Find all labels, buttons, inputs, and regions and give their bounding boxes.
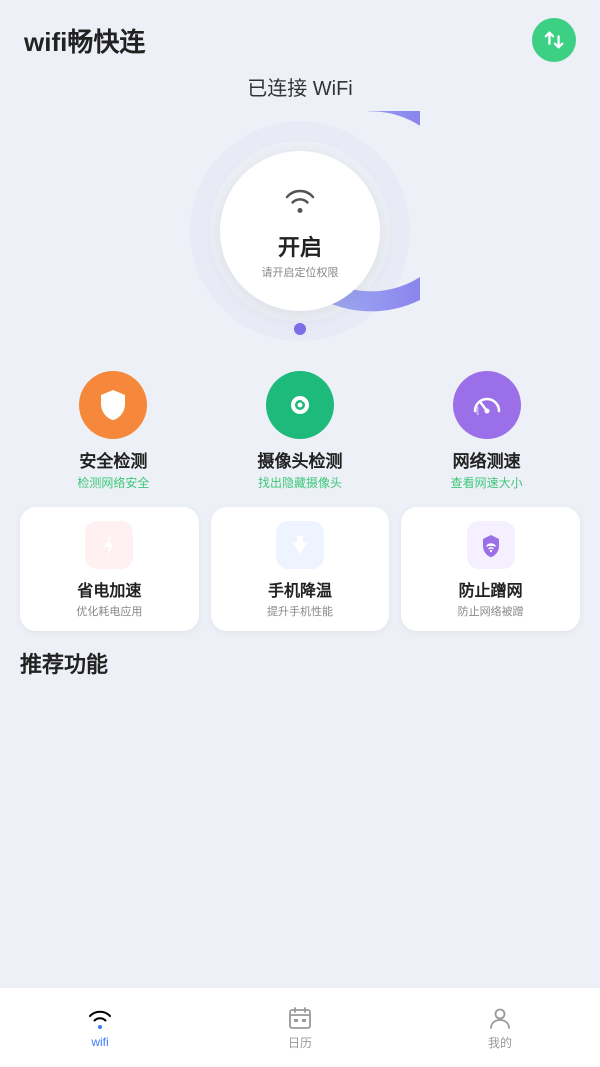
feature-security[interactable]: 安全检测 检测网络安全 xyxy=(33,371,193,491)
security-name: 安全检测 xyxy=(79,447,147,472)
partial-section-label: 推荐功能 xyxy=(20,647,580,679)
nav-person-icon xyxy=(487,1005,513,1031)
donut-chart[interactable]: 开启 请开启定位权限 xyxy=(180,111,420,351)
donut-open-label: 开启 xyxy=(278,230,322,262)
app-title: wifi畅快连 xyxy=(24,22,145,59)
cooling-card-desc: 提升手机性能 xyxy=(267,603,333,619)
swap-icon xyxy=(543,29,565,51)
camera-icon xyxy=(282,387,318,423)
card-battery[interactable]: 省电加速 优化耗电应用 xyxy=(20,507,199,631)
donut-wifi-symbol xyxy=(282,182,318,226)
battery-icon-box xyxy=(85,521,133,569)
camera-name: 摄像头检测 xyxy=(257,447,342,472)
donut-sub-label: 请开启定位权限 xyxy=(262,264,339,280)
nav-wifi-icon xyxy=(87,1006,113,1032)
nav-profile[interactable]: 我的 xyxy=(400,988,600,1067)
camera-icon-circle xyxy=(266,371,334,439)
nav-calendar[interactable]: 日历 xyxy=(200,988,400,1067)
camera-desc: 找出隐藏摄像头 xyxy=(258,474,342,491)
protect-icon-box xyxy=(467,521,515,569)
donut-inner: 开启 请开启定位权限 xyxy=(220,151,380,311)
shield-wifi-icon xyxy=(478,532,504,558)
speedtest-name: 网络测速 xyxy=(453,447,521,472)
cards-row: 省电加速 优化耗电应用 手机降温 提升手机性能 防止蹭网 防止网络被蹭 xyxy=(0,507,600,631)
swap-button[interactable] xyxy=(532,18,576,62)
arrow-down-icon xyxy=(287,532,313,558)
security-icon-circle xyxy=(79,371,147,439)
speedtest-icon-circle xyxy=(453,371,521,439)
features-section: 安全检测 检测网络安全 摄像头检测 找出隐藏摄像头 xyxy=(0,371,600,491)
cooling-card-name: 手机降温 xyxy=(268,577,332,601)
wifi-signal-icon xyxy=(282,182,318,218)
partial-section: 推荐功能 xyxy=(0,647,600,679)
nav-calendar-label: 日历 xyxy=(288,1034,312,1051)
wifi-status-text: 已连接 WiFi xyxy=(0,72,600,101)
protect-card-desc: 防止网络被蹭 xyxy=(458,603,524,619)
nav-wifi-label: wifi xyxy=(91,1035,108,1049)
feature-camera[interactable]: 摄像头检测 找出隐藏摄像头 xyxy=(220,371,380,491)
features-row: 安全检测 检测网络安全 摄像头检测 找出隐藏摄像头 xyxy=(20,371,580,491)
nav-wifi[interactable]: wifi xyxy=(0,988,200,1067)
speedometer-icon xyxy=(469,387,505,423)
cooling-icon-box xyxy=(276,521,324,569)
nav-calendar-icon xyxy=(287,1005,313,1031)
header: wifi畅快连 xyxy=(0,0,600,72)
nav-profile-label: 我的 xyxy=(488,1034,512,1051)
bolt-icon xyxy=(96,532,122,558)
bottom-nav: wifi 日历 我的 xyxy=(0,987,600,1067)
speedtest-desc: 查看网速大小 xyxy=(451,474,523,491)
battery-card-desc: 优化耗电应用 xyxy=(76,603,142,619)
card-protect[interactable]: 防止蹭网 防止网络被蹭 xyxy=(401,507,580,631)
security-desc: 检测网络安全 xyxy=(77,474,149,491)
card-cooling[interactable]: 手机降温 提升手机性能 xyxy=(211,507,390,631)
feature-speedtest[interactable]: 网络测速 查看网速大小 xyxy=(407,371,567,491)
protect-card-name: 防止蹭网 xyxy=(459,577,523,601)
shield-icon xyxy=(95,387,131,423)
battery-card-name: 省电加速 xyxy=(77,577,141,601)
